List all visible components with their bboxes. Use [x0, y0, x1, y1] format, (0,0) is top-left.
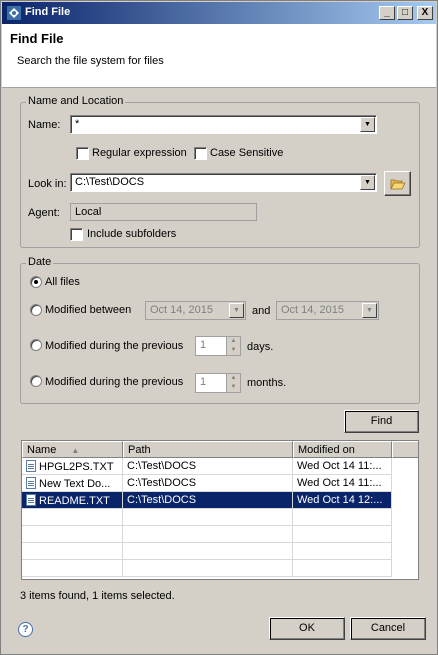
table-row-selected[interactable]: README.TXT C:\Test\DOCS Wed Oct 14 12:..… [22, 492, 418, 509]
cell-modified: Wed Oct 14 12:... [293, 492, 392, 509]
table-header: Name ▲ Path Modified on [22, 441, 418, 458]
chevron-down-icon[interactable]: ▼ [360, 117, 375, 132]
agent-field: Local [70, 203, 257, 221]
find-button[interactable]: Find [344, 410, 419, 433]
days-label: days. [247, 341, 274, 353]
and-label: and [252, 305, 271, 317]
agent-label: Agent: [28, 207, 60, 219]
from-date-value: Oct 14, 2015 [150, 304, 213, 316]
empty-row [22, 543, 418, 560]
file-icon [26, 477, 36, 489]
status-text: 3 items found, 1 items selected. [20, 590, 175, 602]
cell-name: HPGL2PS.TXT [22, 458, 123, 475]
results-table[interactable]: Name ▲ Path Modified on HPGL2PS.TXT C:\T… [21, 440, 419, 580]
find-file-dialog: Find File _ □ X Find File Search the fil… [0, 0, 438, 655]
maximize-button[interactable]: □ [397, 6, 413, 20]
case-sensitive-checkbox[interactable] [194, 147, 207, 160]
lookin-value: C:\Test\DOCS [75, 176, 145, 188]
days-value: 1 [200, 339, 207, 351]
all-files-radio[interactable] [30, 276, 42, 288]
file-icon [26, 460, 36, 472]
chevron-up-icon[interactable]: ▲ [227, 374, 240, 383]
cancel-button[interactable]: Cancel [350, 617, 426, 640]
column-header-filler [392, 441, 418, 458]
chevron-down-icon[interactable]: ▼ [227, 383, 240, 392]
previous-days-radio[interactable] [30, 339, 42, 351]
from-date-combo[interactable]: Oct 14, 2015 ▼ [145, 301, 246, 320]
title-bar[interactable]: Find File _ □ X [2, 2, 436, 24]
modified-between-label[interactable]: Modified between [45, 304, 131, 316]
header-title: Find File [10, 31, 64, 46]
cell-modified: Wed Oct 14 11:... [293, 458, 392, 475]
cell-name: New Text Do... [22, 475, 123, 492]
name-value: * [75, 118, 80, 130]
chevron-down-icon[interactable]: ▼ [360, 175, 375, 190]
previous-days-label[interactable]: Modified during the previous [45, 340, 183, 352]
empty-row [22, 509, 418, 526]
table-row[interactable]: New Text Do... C:\Test\DOCS Wed Oct 14 1… [22, 475, 418, 492]
dialog-header: Find File Search the file system for fil… [2, 24, 436, 88]
cell-modified: Wed Oct 14 11:... [293, 475, 392, 492]
cell-path: C:\Test\DOCS [123, 492, 293, 509]
spinner-arrows[interactable]: ▲ ▼ [226, 337, 240, 355]
regex-label[interactable]: Regular expression [92, 147, 187, 159]
all-files-label[interactable]: All files [45, 276, 80, 288]
help-icon[interactable]: ? [18, 622, 33, 637]
file-icon [26, 494, 36, 506]
column-header-modified[interactable]: Modified on [293, 441, 392, 458]
agent-value: Local [75, 206, 102, 218]
cell-path: C:\Test\DOCS [123, 458, 293, 475]
lookin-label: Look in: [28, 178, 67, 190]
lookin-combo[interactable]: C:\Test\DOCS ▼ [70, 173, 377, 192]
to-date-combo[interactable]: Oct 14, 2015 ▼ [276, 301, 379, 320]
minimize-button[interactable]: _ [379, 6, 395, 20]
name-combo[interactable]: * ▼ [70, 115, 377, 134]
previous-months-radio[interactable] [30, 375, 42, 387]
column-header-name[interactable]: Name ▲ [22, 441, 123, 458]
empty-row [22, 526, 418, 543]
browse-folder-button[interactable] [384, 171, 411, 196]
cell-path: C:\Test\DOCS [123, 475, 293, 492]
empty-row [22, 560, 418, 577]
include-subfolders-checkbox[interactable] [70, 228, 83, 241]
sort-ascending-icon: ▲ [71, 446, 80, 455]
name-label: Name: [28, 119, 61, 131]
cell-name: README.TXT [22, 492, 123, 509]
spinner-arrows[interactable]: ▲ ▼ [226, 374, 240, 392]
regex-checkbox[interactable] [76, 147, 89, 160]
date-group-label: Date [26, 256, 54, 268]
chevron-up-icon[interactable]: ▲ [227, 337, 240, 346]
chevron-down-icon[interactable]: ▼ [229, 303, 244, 318]
header-description: Search the file system for files [17, 55, 164, 67]
chevron-down-icon[interactable]: ▼ [227, 346, 240, 355]
case-sensitive-label[interactable]: Case Sensitive [210, 147, 283, 159]
months-value: 1 [200, 376, 207, 388]
months-spinner[interactable]: 1 ▲ ▼ [195, 373, 241, 393]
to-date-value: Oct 14, 2015 [281, 304, 344, 316]
modified-between-radio[interactable] [30, 304, 42, 316]
chevron-down-icon[interactable]: ▼ [362, 303, 377, 318]
folder-open-icon [389, 179, 406, 190]
table-row[interactable]: HPGL2PS.TXT C:\Test\DOCS Wed Oct 14 11:.… [22, 458, 418, 475]
app-icon [7, 6, 21, 20]
column-header-path[interactable]: Path [123, 441, 293, 458]
close-button[interactable]: X [417, 6, 433, 20]
window-title: Find File [25, 6, 71, 18]
months-label: months. [247, 377, 287, 389]
days-spinner[interactable]: 1 ▲ ▼ [195, 336, 241, 356]
previous-months-label[interactable]: Modified during the previous [45, 376, 183, 388]
name-location-label: Name and Location [26, 95, 126, 107]
ok-button[interactable]: OK [269, 617, 345, 640]
include-subfolders-label[interactable]: Include subfolders [87, 228, 176, 240]
